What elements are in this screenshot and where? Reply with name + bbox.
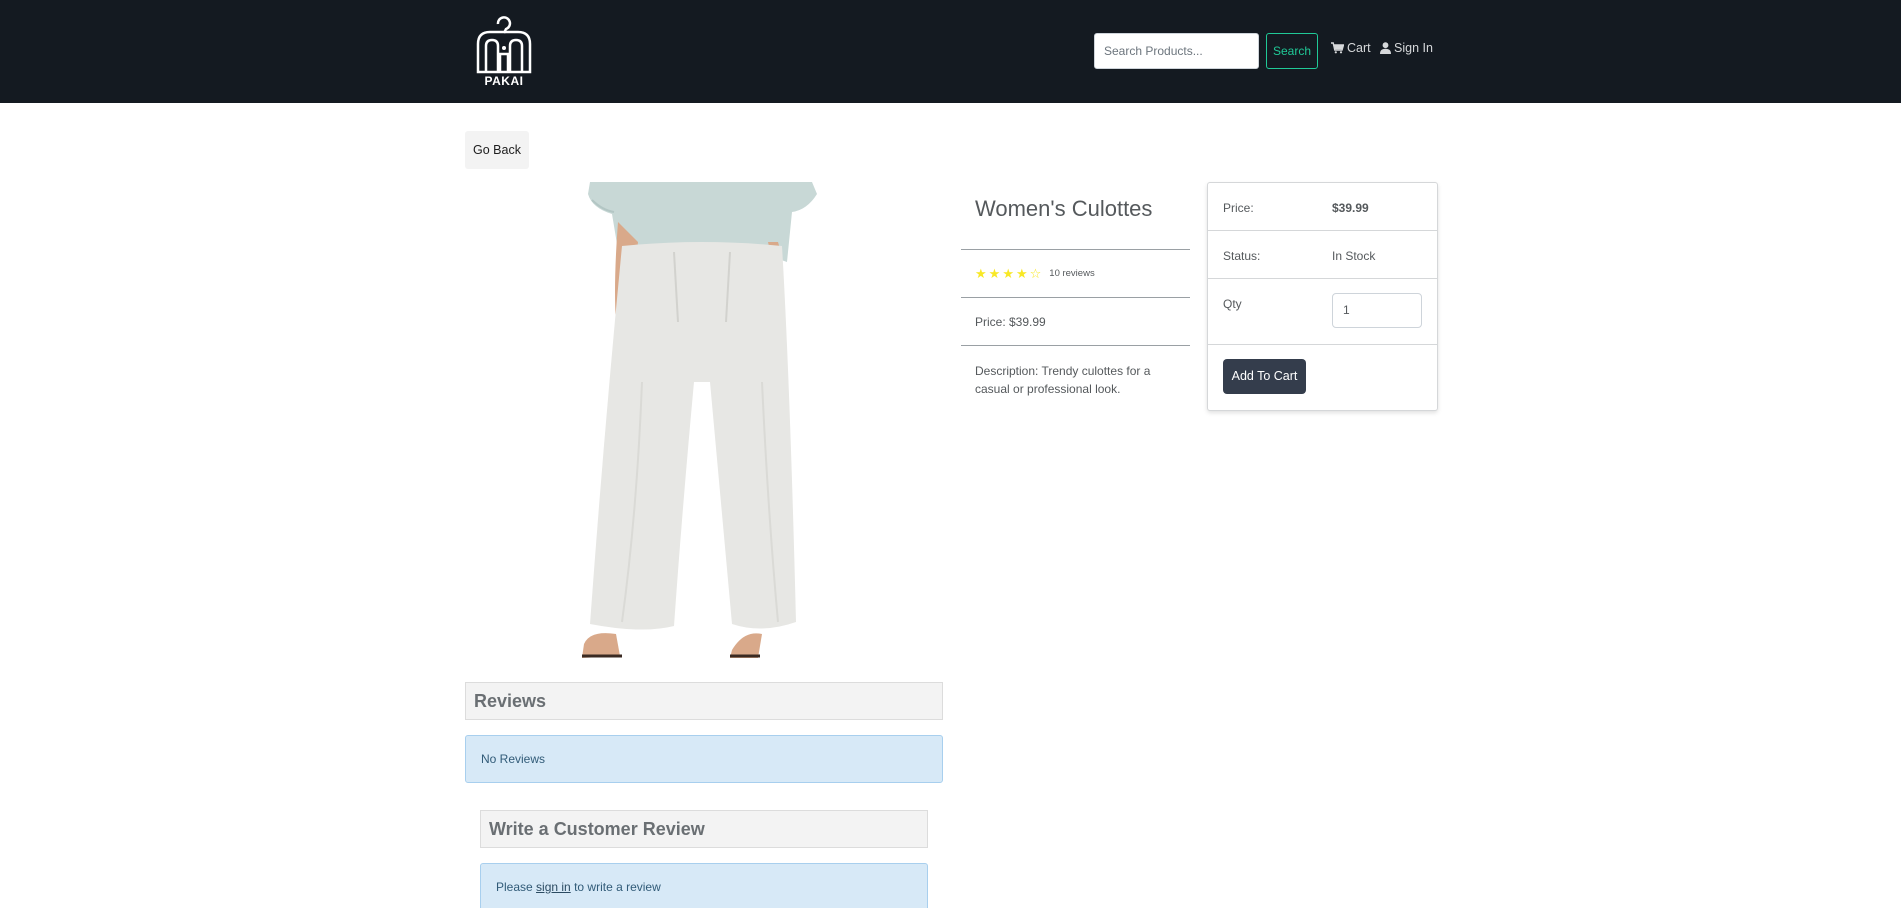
- price-value: $39.99: [1332, 201, 1369, 215]
- product-image: [582, 182, 822, 659]
- product-description: Description: Trendy culottes for a casua…: [975, 364, 1151, 396]
- purchase-card: Price: $39.99 Status: In Stock Qty 1 Add…: [1207, 182, 1438, 411]
- star-full-icon: ★: [1002, 266, 1014, 281]
- signin-label: Sign In: [1394, 41, 1433, 55]
- card-add-row: Add To Cart: [1208, 345, 1437, 410]
- star-full-icon: ★: [1015, 266, 1028, 281]
- brand-logo[interactable]: PAKAI: [472, 14, 536, 90]
- star-empty-icon: ☆: [1029, 266, 1042, 281]
- product-rating: ★ ★ ★ ★ ☆ 10 reviews: [961, 250, 1190, 298]
- rating-stars: ★ ★ ★ ★ ☆: [975, 267, 1041, 280]
- star-full-icon: ★: [988, 266, 1001, 281]
- user-icon: [1380, 42, 1391, 54]
- go-back-button[interactable]: Go Back: [465, 131, 529, 169]
- product-title: Women's Culottes: [961, 182, 1190, 250]
- reviews-heading: Reviews: [465, 682, 943, 720]
- search-button[interactable]: Search: [1266, 33, 1318, 69]
- qty-label: Qty: [1223, 297, 1242, 311]
- no-reviews-alert: No Reviews: [465, 735, 943, 783]
- product-price: Price: $39.99: [961, 298, 1190, 346]
- card-status-row: Status: In Stock: [1208, 231, 1437, 279]
- nav-cart-link[interactable]: Cart: [1331, 41, 1371, 55]
- star-full-icon: ★: [975, 266, 987, 281]
- status-label: Status:: [1223, 249, 1261, 263]
- signin-prefix: Please: [496, 880, 533, 894]
- navbar: PAKAI Search Products... Search Cart Sig…: [0, 0, 1901, 103]
- status-value: In Stock: [1332, 249, 1376, 263]
- cart-label: Cart: [1347, 41, 1371, 55]
- search-input[interactable]: Search Products...: [1094, 33, 1259, 69]
- product-info: Women's Culottes ★ ★ ★ ★ ☆ 10 reviews Pr…: [961, 182, 1190, 414]
- logo-text: PAKAI: [484, 74, 524, 88]
- signin-link[interactable]: sign in: [536, 880, 571, 894]
- nav-signin-link[interactable]: Sign In: [1380, 41, 1433, 55]
- add-to-cart-button[interactable]: Add To Cart: [1223, 359, 1306, 394]
- card-qty-row: Qty 1: [1208, 279, 1437, 345]
- signin-suffix: to write a review: [574, 880, 661, 894]
- cart-icon: [1331, 42, 1344, 54]
- card-price-row: Price: $39.99: [1208, 183, 1437, 231]
- qty-select[interactable]: 1: [1332, 293, 1422, 328]
- write-review-heading: Write a Customer Review: [480, 810, 928, 848]
- price-label: Price:: [1223, 201, 1254, 215]
- signin-alert: Please sign in to write a review: [480, 863, 928, 908]
- hanger-logo-icon: [476, 16, 532, 74]
- reviews-count: 10 reviews: [1049, 268, 1095, 279]
